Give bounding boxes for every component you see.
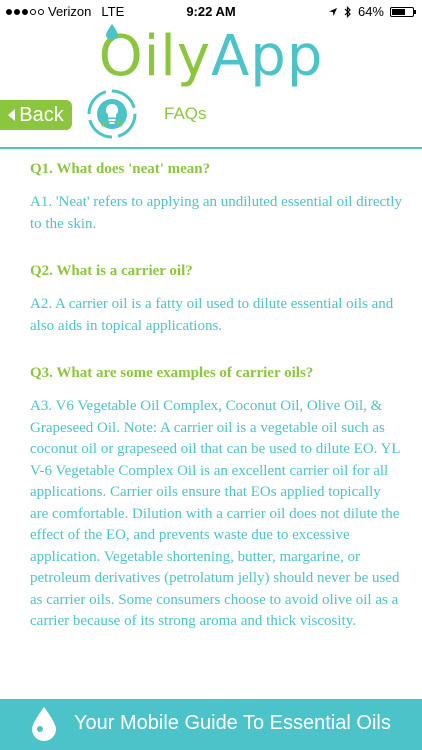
app-logo: OilyApp <box>0 22 422 92</box>
faq-answer: A3. V6 Vegetable Oil Complex, Coconut Oi… <box>30 398 401 629</box>
battery-percent: 64% <box>357 4 384 19</box>
faq-question: Q1. What does 'neat' mean? <box>30 161 211 177</box>
back-arrow-icon <box>8 109 16 121</box>
header-divider <box>0 147 422 149</box>
faq-answer: A1. 'Neat' refers to applying an undilut… <box>30 194 402 232</box>
faq-question: Q3. What are some examples of carrier oi… <box>30 365 314 381</box>
status-right: 64% <box>328 4 416 19</box>
faq-item: Q2. What is a carrier oil? A2. A carrier… <box>30 261 402 337</box>
bluetooth-icon <box>344 5 351 18</box>
location-arrow-icon <box>328 7 337 16</box>
faq-question: Q2. What is a carrier oil? <box>30 263 193 279</box>
battery-icon <box>390 6 416 17</box>
faq-answer: A2. A carrier oil is a fatty oil used to… <box>30 296 394 334</box>
back-button[interactable]: Back <box>0 100 72 130</box>
oil-drop-icon <box>106 24 118 40</box>
back-button-label: Back <box>19 103 64 126</box>
footer-banner: Your Mobile Guide To Essential Oils <box>0 699 422 750</box>
faq-list[interactable]: Q1. What does 'neat' mean? A1. 'Neat' re… <box>30 152 402 659</box>
lightbulb-icon <box>87 89 137 139</box>
oil-drop-icon <box>32 707 56 741</box>
status-bar: Verizon LTE 9:22 AM 64% <box>0 0 422 22</box>
faq-item: Q3. What are some examples of carrier oi… <box>30 363 402 633</box>
footer-text: Your Mobile Guide To Essential Oils <box>74 712 391 734</box>
page-title: FAQs <box>164 104 207 123</box>
faq-item: Q1. What does 'neat' mean? A1. 'Neat' re… <box>30 159 402 235</box>
logo-app: App <box>210 24 324 89</box>
